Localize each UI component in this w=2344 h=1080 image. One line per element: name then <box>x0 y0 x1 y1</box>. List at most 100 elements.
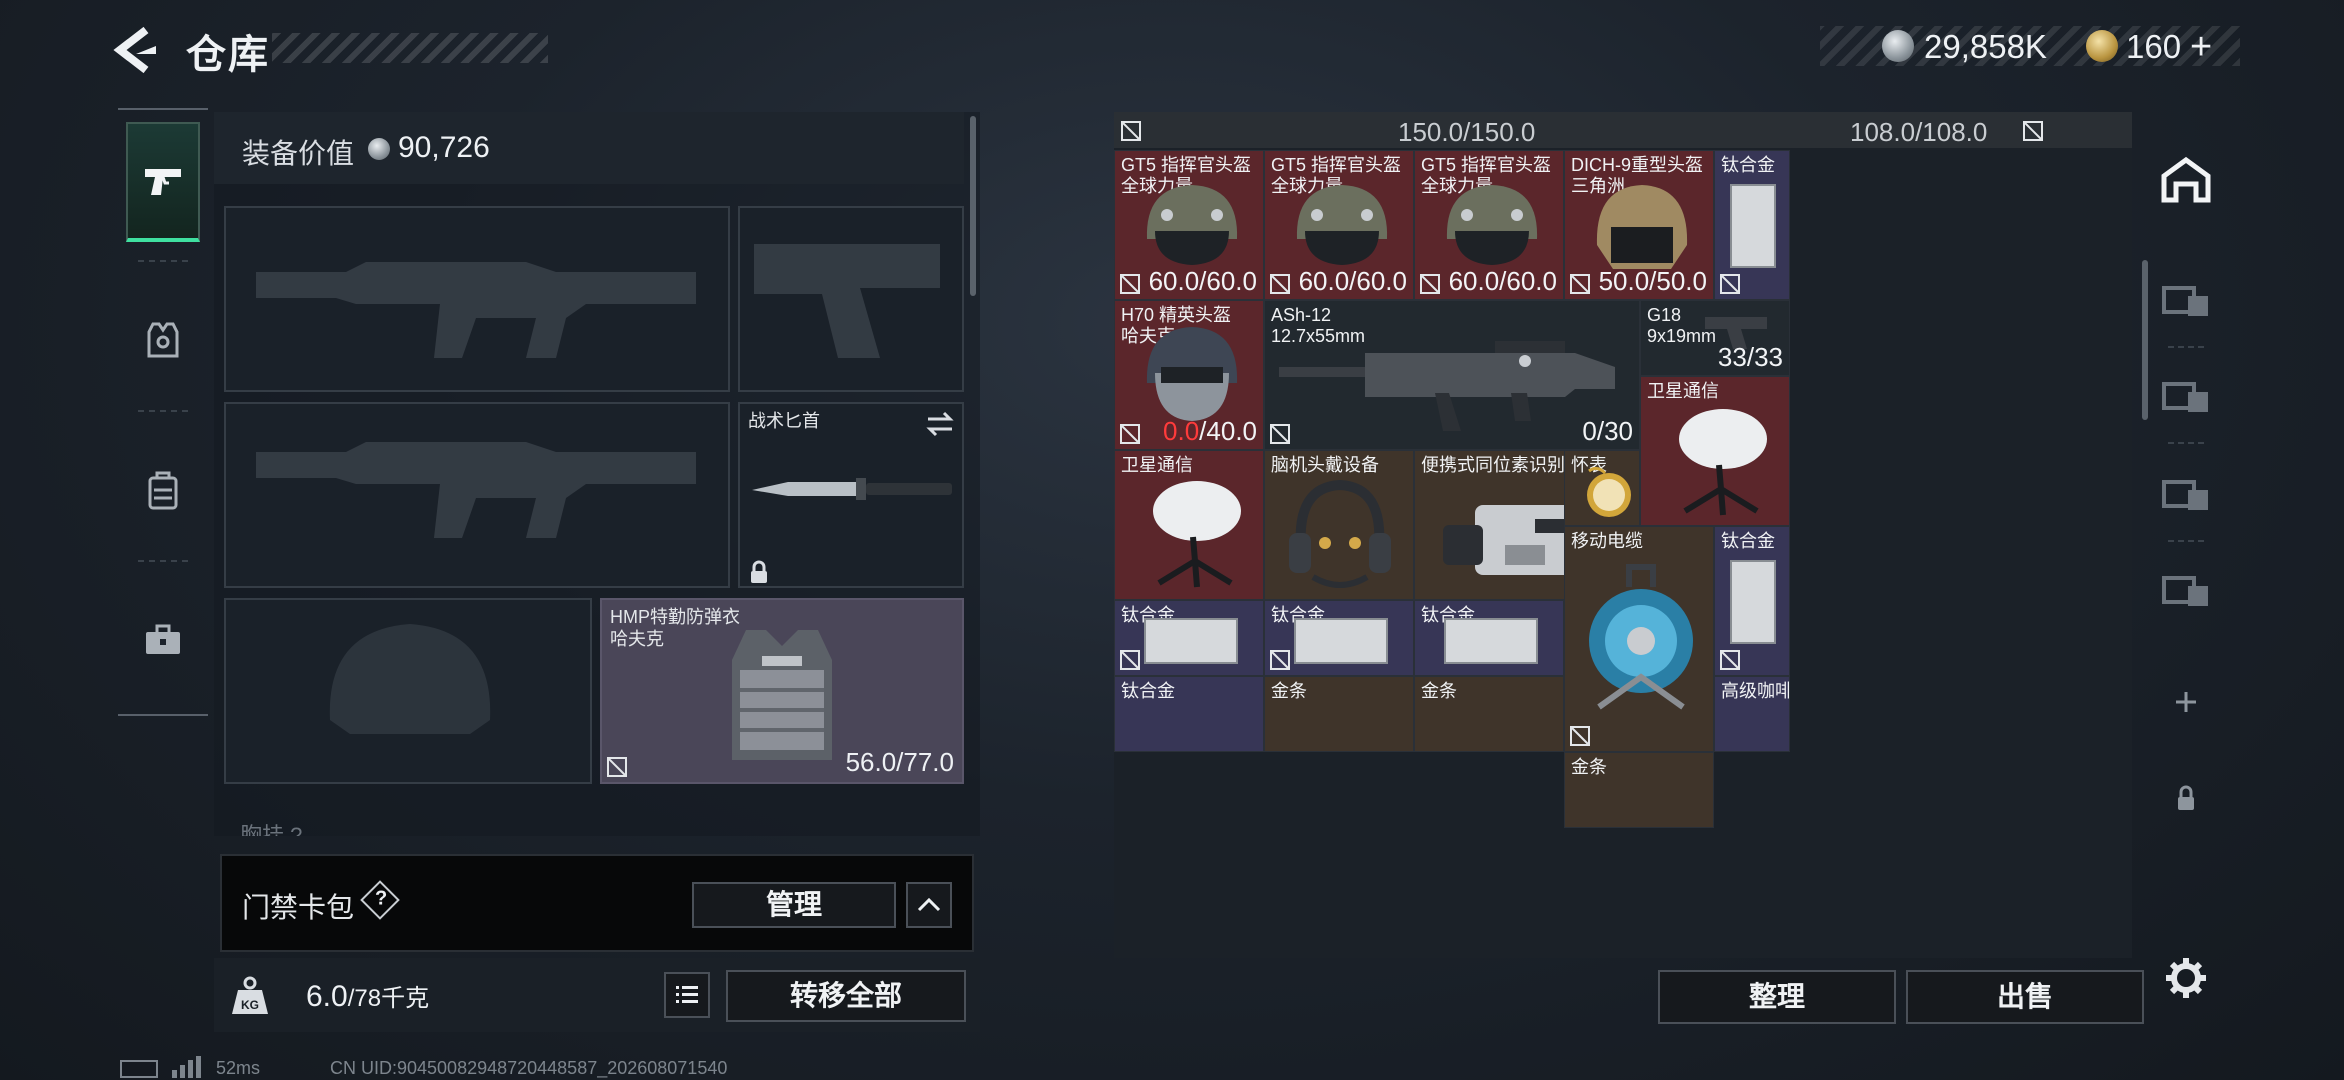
tab-armor[interactable] <box>126 280 200 400</box>
signal-icon <box>172 1056 201 1078</box>
item-ash12-rifle[interactable]: ASh-12 12.7x55mm 0/30 <box>1264 300 1640 450</box>
equipment-value-label: 装备价值 <box>242 138 355 169</box>
body-armor-slot[interactable]: HMP特勤防弹衣 哈夫克 56.0/77.0 <box>600 598 964 784</box>
storage-top-row: 150.0/150.0 108.0/108.0 <box>1114 112 2132 148</box>
help-icon[interactable]: ? <box>360 880 400 920</box>
item-pocket-watch[interactable]: 怀表 <box>1564 450 1640 526</box>
storage-grid[interactable]: 150.0/150.0 108.0/108.0 GT5 指挥官头盔 全球力量 60… <box>1114 112 2132 958</box>
rifle-silhouette-icon <box>256 442 696 538</box>
item-ammo: 33/33 <box>1717 342 1783 372</box>
headset-icon <box>1289 479 1391 588</box>
item-gt5-helmet[interactable]: GT5 指挥官头盔 全球力量 60.0/60.0 <box>1264 150 1414 300</box>
item-name: 移动电缆 <box>1571 531 1643 551</box>
titanium-ingot-icon <box>1444 618 1538 664</box>
item-durability: 60.0/60.0 <box>1148 266 1257 296</box>
helmet-icon <box>1296 185 1388 265</box>
nav-divider <box>2168 442 2204 444</box>
primary-weapon-slot-1[interactable] <box>224 206 730 392</box>
transfer-all-button[interactable]: 转移全部 <box>726 970 966 1022</box>
svg-text:KG: KG <box>241 998 259 1012</box>
item-titanium[interactable]: 钛合金 <box>1264 600 1414 676</box>
battery-icon <box>120 1060 158 1078</box>
knife-label: 战术匕首 <box>748 411 820 431</box>
pistol-icon <box>145 169 181 195</box>
tab-storage-main[interactable] <box>2150 144 2222 216</box>
item-bci-headset[interactable]: 脑机头戴设备 <box>1264 450 1414 600</box>
pocket-watch-icon <box>1587 466 1631 517</box>
item-titanium[interactable]: 钛合金 <box>1714 526 1790 676</box>
armor-name: HMP特勤防弹衣 <box>610 607 740 627</box>
ping-value: 52ms <box>216 1058 261 1078</box>
item-titanium[interactable]: 钛合金 <box>1714 150 1790 300</box>
item-gold-bar[interactable]: 金条 <box>1564 752 1714 828</box>
cable-reel-icon <box>1589 564 1693 710</box>
titanium-ingot-icon <box>1144 618 1238 664</box>
list-view-button[interactable] <box>664 972 710 1018</box>
item-satellite-comm[interactable]: 卫星通信 <box>1114 450 1264 600</box>
equipment-value: 90,726 <box>398 131 490 164</box>
nav-divider <box>2168 346 2204 348</box>
weight-max: /78千克 <box>347 985 430 1012</box>
plus-icon <box>2176 692 2196 712</box>
item-gold-bar[interactable]: 金条 <box>1264 676 1414 752</box>
add-storage-button[interactable] <box>2150 666 2222 738</box>
weight-current: 6.0 <box>306 980 348 1013</box>
back-arrow-icon <box>113 26 156 74</box>
rifle-silhouette-icon <box>256 262 696 358</box>
back-button[interactable] <box>110 24 162 76</box>
nav-divider <box>138 260 188 262</box>
sell-button[interactable]: 出售 <box>1906 970 2144 1024</box>
nav-divider <box>2168 540 2204 542</box>
briefcase-icon <box>146 624 180 654</box>
item-gold-bar[interactable]: 金条 <box>1414 676 1564 752</box>
item-titanium[interactable]: 钛合金 <box>1114 676 1264 752</box>
item-name: 脑机头戴设备 <box>1271 455 1379 475</box>
tab-storage-expansion-3[interactable] <box>2150 456 2222 528</box>
settings-button[interactable] <box>2150 942 2222 1014</box>
gear-icon <box>2166 958 2206 998</box>
tab-storage-expansion-4[interactable] <box>2150 552 2222 624</box>
locked-storage-slot[interactable] <box>2150 762 2222 834</box>
item-satellite-comm[interactable]: 卫星通信 <box>1640 376 1790 526</box>
item-name: 金条 <box>1421 681 1457 701</box>
item-name: 高级咖啡豆 <box>1721 681 1789 701</box>
item-dich9-helmet[interactable]: DICH-9重型头盔 三角洲 50.0/50.0 <box>1564 150 1714 300</box>
helmet-slot[interactable] <box>224 598 592 784</box>
titanium-ingot-icon <box>1294 618 1388 664</box>
add-currency-button[interactable]: + <box>2190 26 2212 69</box>
tab-weapons[interactable] <box>126 122 200 242</box>
weight-icon: KG <box>232 976 268 1014</box>
item-name: GT5 指挥官头盔 <box>1121 155 1252 175</box>
durability-max: /40.0 <box>1199 416 1257 446</box>
tab-backpack[interactable] <box>126 430 200 550</box>
weight-value: 6.0/78千克 <box>306 978 429 1014</box>
primary-weapon-slot-2[interactable] <box>224 402 730 588</box>
tab-storage-expansion-1[interactable] <box>2150 262 2222 334</box>
item-name: 卫星通信 <box>1647 381 1719 401</box>
equipment-value-header: 装备价值 90,726 <box>214 112 964 184</box>
knife-slot[interactable]: 战术匕首 <box>738 402 964 588</box>
tab-case[interactable] <box>126 580 200 700</box>
item-gt5-helmet[interactable]: GT5 指挥官头盔 全球力量 60.0/60.0 <box>1414 150 1564 300</box>
sort-button[interactable]: 整理 <box>1658 970 1896 1024</box>
item-h70-helmet[interactable]: H70 精英头盔 哈夫克 0.0/40.0 <box>1114 300 1264 450</box>
swap-icon[interactable] <box>924 410 956 438</box>
storage-scrollbar[interactable] <box>2142 260 2148 420</box>
tab-storage-expansion-2[interactable] <box>2150 358 2222 430</box>
lock-icon <box>751 560 767 583</box>
storage-box-icon <box>2162 576 2208 606</box>
item-gt5-helmet[interactable]: GT5 指挥官头盔 全球力量 60.0/60.0 <box>1114 150 1264 300</box>
hafu-coin-balance: 29,858K <box>1924 28 2047 65</box>
loadout-scrollbar[interactable] <box>970 116 976 296</box>
item-titanium[interactable]: 钛合金 <box>1414 600 1564 676</box>
item-mobile-cable[interactable]: 移动电缆 <box>1564 526 1714 752</box>
title-decoration <box>272 33 548 63</box>
manage-button[interactable]: 管理 <box>692 882 896 928</box>
item-g18-pistol[interactable]: G18 9x19mm 33/33 <box>1640 300 1790 376</box>
not-tradeable-icon <box>1420 274 1440 294</box>
item-titanium[interactable]: 钛合金 <box>1114 600 1264 676</box>
collapse-button[interactable] <box>906 882 952 928</box>
item-premium-coffee[interactable]: 高级咖啡豆 <box>1714 676 1790 752</box>
sidearm-slot[interactable] <box>738 206 964 392</box>
item-name: 钛合金 <box>1121 681 1175 701</box>
